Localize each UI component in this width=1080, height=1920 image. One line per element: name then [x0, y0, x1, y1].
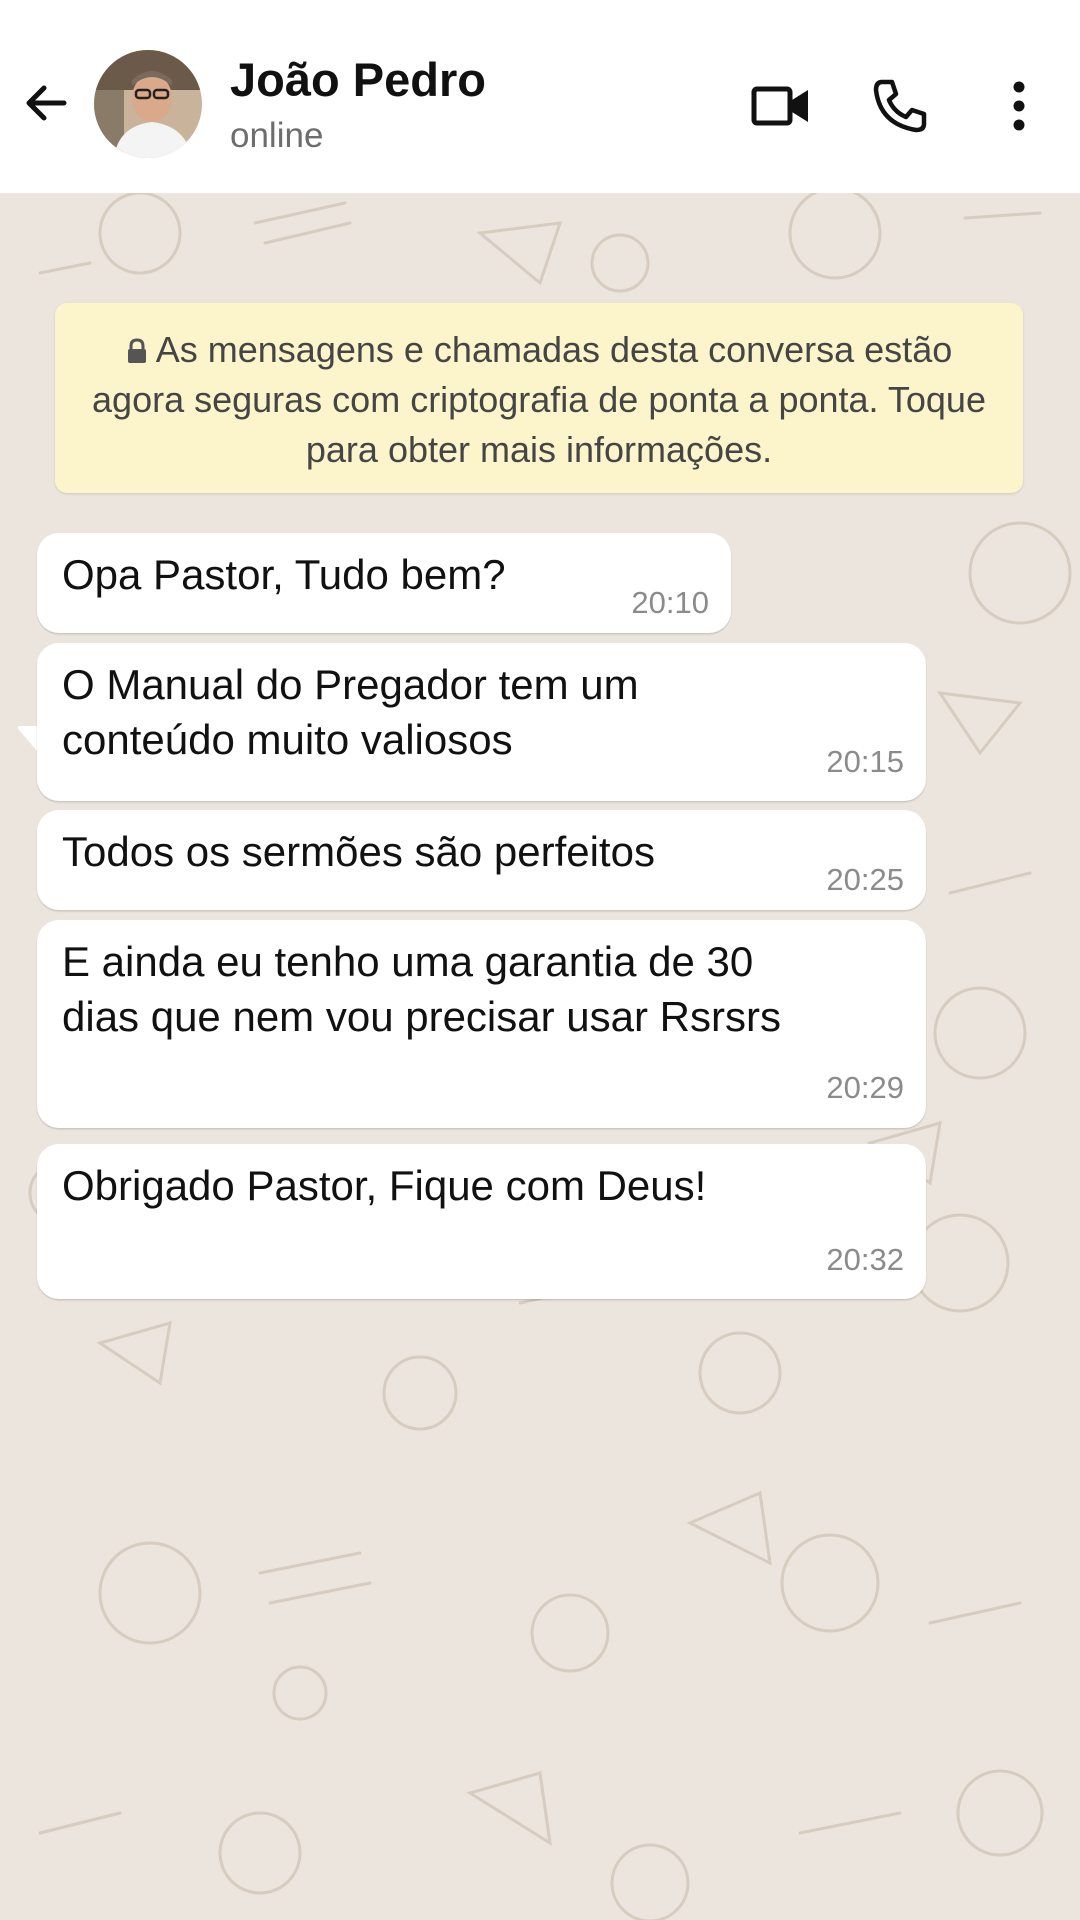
message-text: Todos os sermões são perfeitos [62, 828, 655, 875]
voice-call-icon[interactable] [866, 72, 934, 140]
message-time: 20:29 [826, 1070, 904, 1105]
contact-name[interactable]: João Pedro [230, 52, 486, 107]
message-time: 20:32 [826, 1242, 904, 1277]
message-text: E ainda eu tenho uma garantia de 30 dias… [62, 938, 781, 1040]
message-bubble[interactable]: O Manual do Pregador tem um conteúdo mui… [37, 643, 926, 801]
encryption-notice[interactable]: As mensagens e chamadas desta conversa e… [55, 303, 1023, 493]
avatar[interactable] [94, 50, 202, 158]
chat-header: João Pedro online [0, 0, 1080, 193]
message-text: Obrigado Pastor, Fique com Deus! [62, 1162, 707, 1209]
back-arrow-icon[interactable] [18, 75, 74, 131]
video-call-icon[interactable] [748, 72, 816, 140]
message-bubble[interactable]: E ainda eu tenho uma garantia de 30 dias… [37, 920, 926, 1128]
chat-area[interactable]: As mensagens e chamadas desta conversa e… [0, 193, 1080, 1920]
contact-status: online [230, 116, 324, 155]
message-bubble[interactable]: Obrigado Pastor, Fique com Deus! 20:32 [37, 1144, 926, 1299]
encryption-notice-text: As mensagens e chamadas desta conversa e… [92, 329, 986, 470]
message-bubble[interactable]: Todos os sermões são perfeitos 20:25 [37, 810, 926, 910]
message-text: O Manual do Pregador tem um conteúdo mui… [62, 661, 639, 763]
message-time: 20:25 [826, 862, 904, 897]
message-bubble[interactable]: Opa Pastor, Tudo bem? 20:10 [37, 533, 731, 633]
more-options-icon[interactable] [985, 72, 1053, 140]
lock-icon [127, 338, 146, 363]
message-text: Opa Pastor, Tudo bem? [62, 551, 506, 598]
message-time: 20:10 [631, 585, 709, 620]
message-time: 20:15 [826, 744, 904, 779]
